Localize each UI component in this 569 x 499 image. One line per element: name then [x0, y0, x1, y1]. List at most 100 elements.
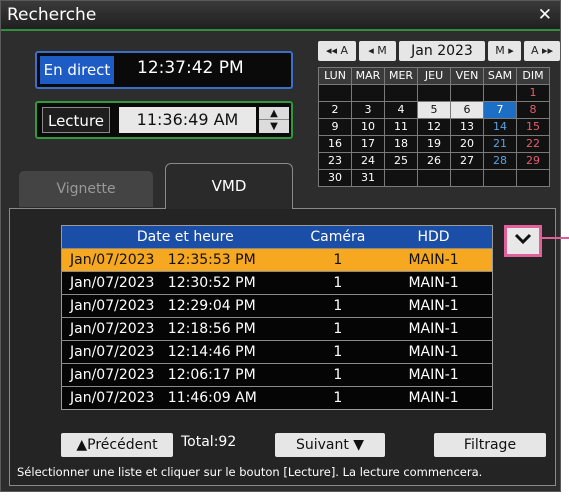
- calendar-day[interactable]: 9: [318, 118, 352, 136]
- table-cell: Jan/07/2023 12:06:17 PM: [61, 363, 301, 387]
- table-row[interactable]: Jan/07/2023 12:30:52 PM 1 MAIN-1: [61, 271, 493, 295]
- calendar-weekday: JEU: [417, 67, 451, 85]
- calendar-day[interactable]: 23: [318, 152, 352, 170]
- calendar-weekday: MER: [384, 67, 418, 85]
- calendar-day: [417, 169, 451, 187]
- calendar-day[interactable]: 4: [384, 101, 418, 119]
- table-cell: Jan/07/2023 12:18:56 PM: [61, 317, 301, 341]
- table-cell: MAIN-1: [375, 363, 493, 387]
- callout-line: [541, 237, 569, 239]
- calendar-day[interactable]: 1: [516, 84, 550, 102]
- table-cell: Jan/07/2023 11:46:09 AM: [61, 386, 301, 410]
- window-title: Recherche: [7, 5, 97, 25]
- calendar-day[interactable]: 24: [351, 152, 385, 170]
- table-row[interactable]: Jan/07/2023 12:35:53 PM 1 MAIN-1: [61, 248, 493, 272]
- filter-expand-button[interactable]: [504, 225, 542, 257]
- filter-button[interactable]: Filtrage: [434, 433, 546, 457]
- calendar-nav: ◂◂ A ◂ M Jan 2023 M ▸ A ▸▸: [318, 39, 560, 63]
- calendar-day: [351, 84, 385, 102]
- live-time: 12:37:42 PM: [137, 58, 244, 78]
- table-cell: 1: [300, 271, 376, 295]
- close-icon[interactable]: ✕: [538, 5, 552, 25]
- next-year-button[interactable]: A ▸▸: [524, 41, 560, 61]
- prev-year-button[interactable]: ◂◂ A: [318, 41, 356, 61]
- calendar-weekday: VEN: [450, 67, 484, 85]
- calendar-day: [450, 84, 484, 102]
- calendar-weekday: SAM: [483, 67, 517, 85]
- calendar-day[interactable]: 19: [417, 135, 451, 153]
- calendar-month: Jan 2023: [399, 41, 485, 61]
- calendar-day[interactable]: 16: [318, 135, 352, 153]
- playback-clock: Lecture 11:36:49 AM ▲ ▼: [35, 101, 293, 139]
- table-cell: 1: [300, 294, 376, 318]
- table-row[interactable]: Jan/07/2023 12:06:17 PM 1 MAIN-1: [61, 363, 493, 387]
- tab-vignette[interactable]: Vignette: [19, 171, 153, 207]
- calendar-day[interactable]: 18: [384, 135, 418, 153]
- next-month-button[interactable]: M ▸: [488, 41, 521, 61]
- calendar-day[interactable]: 20: [450, 135, 484, 153]
- title-bar: Recherche ✕: [1, 1, 560, 31]
- table-row[interactable]: Jan/07/2023 12:14:46 PM 1 MAIN-1: [61, 340, 493, 364]
- calendar-day[interactable]: 15: [516, 118, 550, 136]
- calendar-day[interactable]: 13: [450, 118, 484, 136]
- calendar-day[interactable]: 6: [450, 101, 484, 119]
- calendar-day: [483, 84, 517, 102]
- previous-button[interactable]: ▲Précédent: [61, 433, 173, 457]
- tab-vmd[interactable]: VMD: [165, 163, 293, 209]
- calendar-day[interactable]: 27: [450, 152, 484, 170]
- calendar-day[interactable]: 2: [318, 101, 352, 119]
- table-cell: Jan/07/2023 12:29:04 PM: [61, 294, 301, 318]
- live-button[interactable]: En direct: [40, 56, 114, 84]
- table-cell: MAIN-1: [375, 340, 493, 364]
- spin-down-icon[interactable]: ▼: [259, 120, 289, 133]
- calendar-day[interactable]: 28: [483, 152, 517, 170]
- column-header: HDD: [375, 225, 493, 249]
- playback-button[interactable]: Lecture: [42, 107, 110, 133]
- table-cell: MAIN-1: [375, 294, 493, 318]
- calendar-day[interactable]: 5: [417, 101, 451, 119]
- calendar-day[interactable]: 8: [516, 101, 550, 119]
- prev-month-button[interactable]: ◂ M: [359, 41, 396, 61]
- search-window: Recherche ✕ En direct 12:37:42 PM Lectur…: [0, 0, 561, 492]
- calendar-day[interactable]: 21: [483, 135, 517, 153]
- calendar-grid: LUN MAR MER JEU VEN SAM DIM 1 2 3 4 5 6 7 8 9 10 11 12 13 1…: [318, 67, 550, 187]
- instruction-text: Sélectionner une liste et cliquer sur le…: [17, 465, 483, 479]
- table-row[interactable]: Jan/07/2023 11:46:09 AM 1 MAIN-1: [61, 386, 493, 410]
- calendar-day[interactable]: 30: [318, 169, 352, 187]
- calendar-day[interactable]: 14: [483, 118, 517, 136]
- calendar-day: [384, 84, 418, 102]
- calendar-day[interactable]: 29: [516, 152, 550, 170]
- calendar-day: [516, 169, 550, 187]
- table-cell: MAIN-1: [375, 248, 493, 272]
- table-cell: MAIN-1: [375, 271, 493, 295]
- next-button[interactable]: Suivant ▼: [275, 433, 385, 457]
- calendar-day[interactable]: 25: [384, 152, 418, 170]
- calendar-day[interactable]: 7: [483, 101, 517, 119]
- calendar-weekday: DIM: [516, 67, 550, 85]
- calendar-day: [450, 169, 484, 187]
- calendar-day[interactable]: 26: [417, 152, 451, 170]
- table-cell: Jan/07/2023 12:14:46 PM: [61, 340, 301, 364]
- calendar-day[interactable]: 17: [351, 135, 385, 153]
- chevron-down-icon: [514, 233, 532, 245]
- calendar-weekday: MAR: [351, 67, 385, 85]
- live-clock: En direct 12:37:42 PM: [35, 51, 293, 89]
- table-cell: Jan/07/2023 12:30:52 PM: [61, 271, 301, 295]
- playback-time-field[interactable]: 11:36:49 AM: [119, 107, 256, 133]
- calendar-day[interactable]: 10: [351, 118, 385, 136]
- calendar-day: [483, 169, 517, 187]
- calendar-weekday: LUN: [318, 67, 352, 85]
- table-row[interactable]: Jan/07/2023 12:29:04 PM 1 MAIN-1: [61, 294, 493, 318]
- table-row[interactable]: Jan/07/2023 12:18:56 PM 1 MAIN-1: [61, 317, 493, 341]
- table-cell: 1: [300, 363, 376, 387]
- spin-up-icon[interactable]: ▲: [259, 107, 289, 120]
- time-spinner: ▲ ▼: [259, 107, 289, 133]
- calendar-day[interactable]: 3: [351, 101, 385, 119]
- calendar-day[interactable]: 11: [384, 118, 418, 136]
- calendar-day[interactable]: 31: [351, 169, 385, 187]
- calendar-day[interactable]: 12: [417, 118, 451, 136]
- calendar-day: [384, 169, 418, 187]
- table-cell: 1: [300, 386, 376, 410]
- table-cell: 1: [300, 340, 376, 364]
- calendar-day[interactable]: 22: [516, 135, 550, 153]
